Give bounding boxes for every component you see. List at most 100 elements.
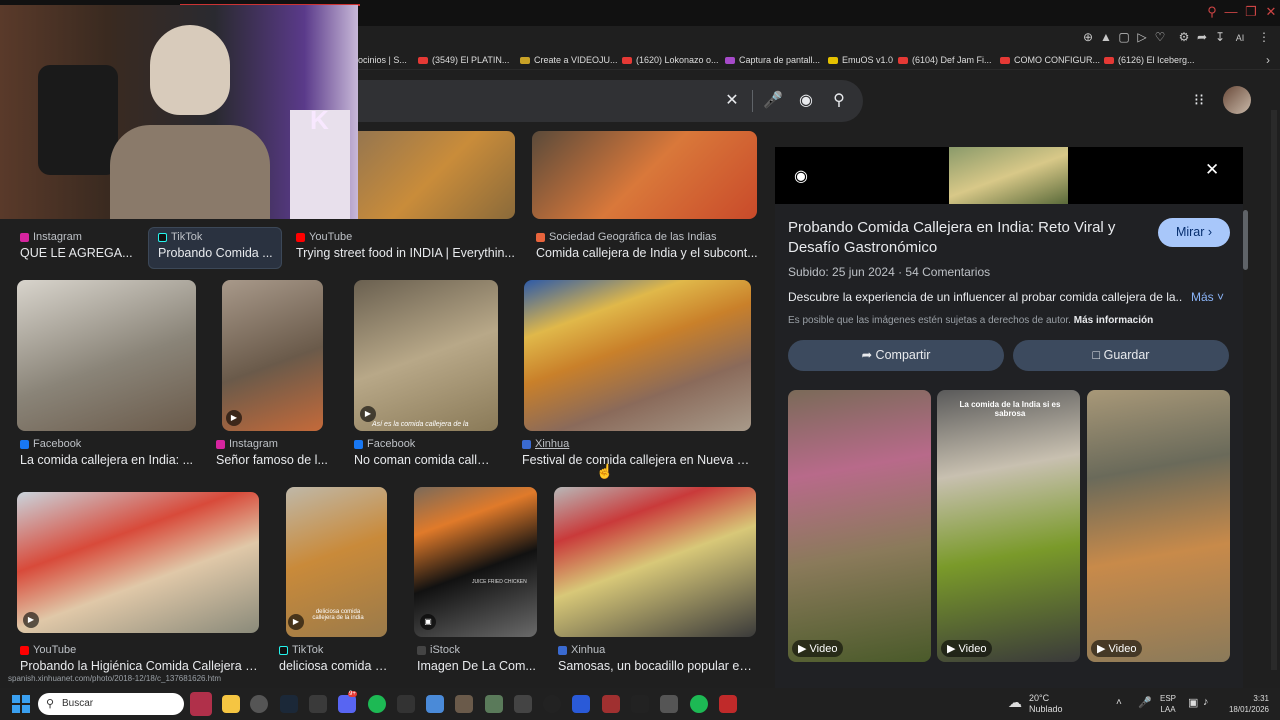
result-thumbnail[interactable] — [554, 487, 756, 637]
result-thumbnail[interactable]: ▣ JUICE FRIED CHICKEN — [414, 487, 537, 637]
steam-icon[interactable] — [280, 695, 298, 713]
extension-icon[interactable]: ▲ — [1098, 30, 1114, 44]
more-button[interactable]: Más ˅ — [1191, 290, 1224, 304]
panel-scrollbar[interactable] — [1243, 210, 1248, 270]
bookmark-item[interactable]: EmuOS v1.0 — [828, 53, 893, 67]
microphone-icon[interactable]: 🎤 — [763, 91, 783, 111]
result-source: YouTube — [296, 231, 352, 243]
save-button[interactable]: □ Guardar — [1013, 340, 1229, 371]
language-indicator[interactable]: ESP LAA — [1160, 693, 1176, 715]
spotify-icon[interactable] — [690, 695, 708, 713]
bookmark-item[interactable]: COMO CONFIGUR... — [1000, 53, 1100, 67]
lens-icon[interactable]: ◉ — [796, 91, 816, 111]
app-icon[interactable] — [397, 695, 415, 713]
zoom-icon[interactable]: ⊕ — [1080, 30, 1096, 44]
share-label: Compartir — [875, 348, 931, 362]
app-icon[interactable] — [514, 695, 532, 713]
app-icon[interactable] — [543, 695, 561, 713]
notepad-icon[interactable] — [426, 695, 444, 713]
result-title[interactable]: Imagen De La Com... — [417, 659, 537, 673]
minimize-button[interactable]: — — [1220, 4, 1242, 22]
search-input[interactable] — [330, 80, 863, 122]
preview-image[interactable] — [949, 147, 1068, 204]
result-thumbnail[interactable]: ▶ — [17, 492, 259, 633]
apps-grid-icon[interactable]: ⁝⁝ — [1189, 91, 1209, 111]
result-title[interactable]: QUE LE AGREGA... — [20, 246, 140, 260]
heart-icon[interactable]: ♡ — [1152, 30, 1168, 44]
related-video-thumbnail[interactable]: ▶ Video — [788, 390, 931, 662]
related-video-thumbnail[interactable]: ▶ Video — [1087, 390, 1230, 662]
temperature: 20°C — [1029, 693, 1050, 703]
volume-icon[interactable]: ♪ — [1203, 696, 1209, 708]
maximize-button[interactable]: ❐ — [1240, 4, 1262, 22]
result-title[interactable]: No coman comida callej... — [354, 453, 496, 467]
result-thumbnail[interactable] — [17, 280, 196, 431]
result-title[interactable]: Festival de comida callejera en Nueva D.… — [522, 453, 752, 467]
result-thumbnail[interactable] — [532, 131, 757, 219]
app-icon[interactable] — [309, 695, 327, 713]
chevron-right-icon[interactable]: › — [1260, 53, 1276, 67]
copyright-notice: Es posible que las imágenes estén sujeta… — [788, 315, 1153, 326]
share-icon[interactable]: ➦ — [1194, 30, 1210, 44]
app-icon[interactable] — [455, 695, 473, 713]
more-info-link[interactable]: Más información — [1074, 315, 1153, 326]
result-title[interactable]: Samosas, un bocadillo popular en... — [558, 659, 753, 673]
ai-button[interactable]: AI — [1229, 30, 1251, 44]
result-title[interactable]: Probando la Higiénica Comida Callejera d… — [20, 659, 258, 673]
result-title[interactable]: Señor famoso de l... — [216, 453, 328, 467]
result-title[interactable]: deliciosa comida c... — [279, 659, 391, 673]
avatar[interactable] — [1223, 86, 1251, 114]
result-thumbnail[interactable] — [524, 280, 751, 431]
result-source: Instagram — [216, 438, 278, 450]
result-title[interactable]: Trying street food in INDIA | Everythin.… — [296, 246, 518, 260]
weather-widget[interactable]: 20°C Nublado — [1029, 693, 1063, 715]
app-icon[interactable] — [631, 695, 649, 713]
result-thumbnail[interactable]: ▶ — [222, 280, 323, 431]
play-icon[interactable]: ▷ — [1134, 30, 1150, 44]
chrome-icon[interactable] — [250, 695, 268, 713]
taskbar-search[interactable]: ⚲ Buscar — [38, 693, 184, 715]
result-thumbnail[interactable]: ▶ deliciosa comida callejera de la india — [286, 487, 387, 637]
result-title[interactable]: Comida callejera de India y el subcont..… — [536, 246, 758, 260]
microphone-icon[interactable]: 🎤 — [1138, 696, 1152, 709]
panel-description: Descubre la experiencia de un influencer… — [788, 290, 1183, 304]
watch-button[interactable]: Mirar › — [1158, 218, 1230, 247]
app-icon[interactable] — [190, 692, 212, 716]
share-button[interactable]: ➦ Compartir — [788, 340, 1004, 371]
panel-title[interactable]: Probando Comida Callejera en India: Reto… — [788, 218, 1148, 258]
clear-search-icon[interactable]: ✕ — [722, 91, 742, 111]
search-icon[interactable]: ⚲ — [829, 91, 849, 111]
chevron-up-icon[interactable]: ˄ — [1116, 697, 1122, 708]
close-icon[interactable]: ✕ — [1205, 160, 1219, 180]
bookmark-item[interactable]: (3549) El PLATIN... — [418, 53, 509, 67]
bookmark-item[interactable]: (6104) Def Jam Fi... — [898, 53, 992, 67]
bookmark-item[interactable]: Create a VIDEOJU... — [520, 53, 618, 67]
menu-icon[interactable]: ⋮ — [1256, 30, 1272, 44]
result-thumbnail[interactable]: ▶ Así es la comida callejera de la — [354, 280, 498, 431]
app-icon[interactable] — [485, 695, 503, 713]
bookmark-item[interactable]: (1620) Lokonazo o... — [622, 53, 719, 67]
app-icon[interactable] — [602, 695, 620, 713]
close-window-button[interactable]: ✕ — [1260, 4, 1280, 22]
bookmark-item[interactable]: ocinios | S... — [358, 53, 407, 67]
bookmark-item[interactable]: (6126) El Iceberg... — [1104, 53, 1195, 67]
lens-icon[interactable]: ◉ — [794, 166, 808, 186]
file-explorer-icon[interactable] — [222, 695, 240, 713]
discord-icon[interactable]: 9+ — [338, 691, 357, 713]
spotify-icon[interactable] — [368, 695, 386, 713]
clock[interactable]: 3:31 18/01/2026 — [1225, 693, 1269, 715]
download-icon[interactable]: ↧ — [1212, 30, 1228, 44]
result-title[interactable]: Probando Comida ... — [158, 246, 276, 260]
bitwarden-icon[interactable] — [572, 695, 590, 713]
translate-icon[interactable]: ▢ — [1116, 30, 1132, 44]
bookmark-item[interactable]: Captura de pantall... — [725, 53, 820, 67]
network-icon[interactable]: ▣ — [1188, 696, 1198, 709]
puzzle-icon[interactable]: ⚙ — [1176, 30, 1192, 44]
related-video-thumbnail[interactable]: La comida de la India si es sabrosa ▶ Vid… — [937, 390, 1080, 662]
page-scrollbar[interactable] — [1271, 110, 1277, 670]
windows-start-icon[interactable] — [12, 695, 30, 713]
app-icon[interactable] — [660, 695, 678, 713]
facebook-icon — [354, 439, 363, 449]
result-title[interactable]: La comida callejera en India: ... — [20, 453, 195, 467]
app-icon[interactable] — [719, 695, 737, 713]
